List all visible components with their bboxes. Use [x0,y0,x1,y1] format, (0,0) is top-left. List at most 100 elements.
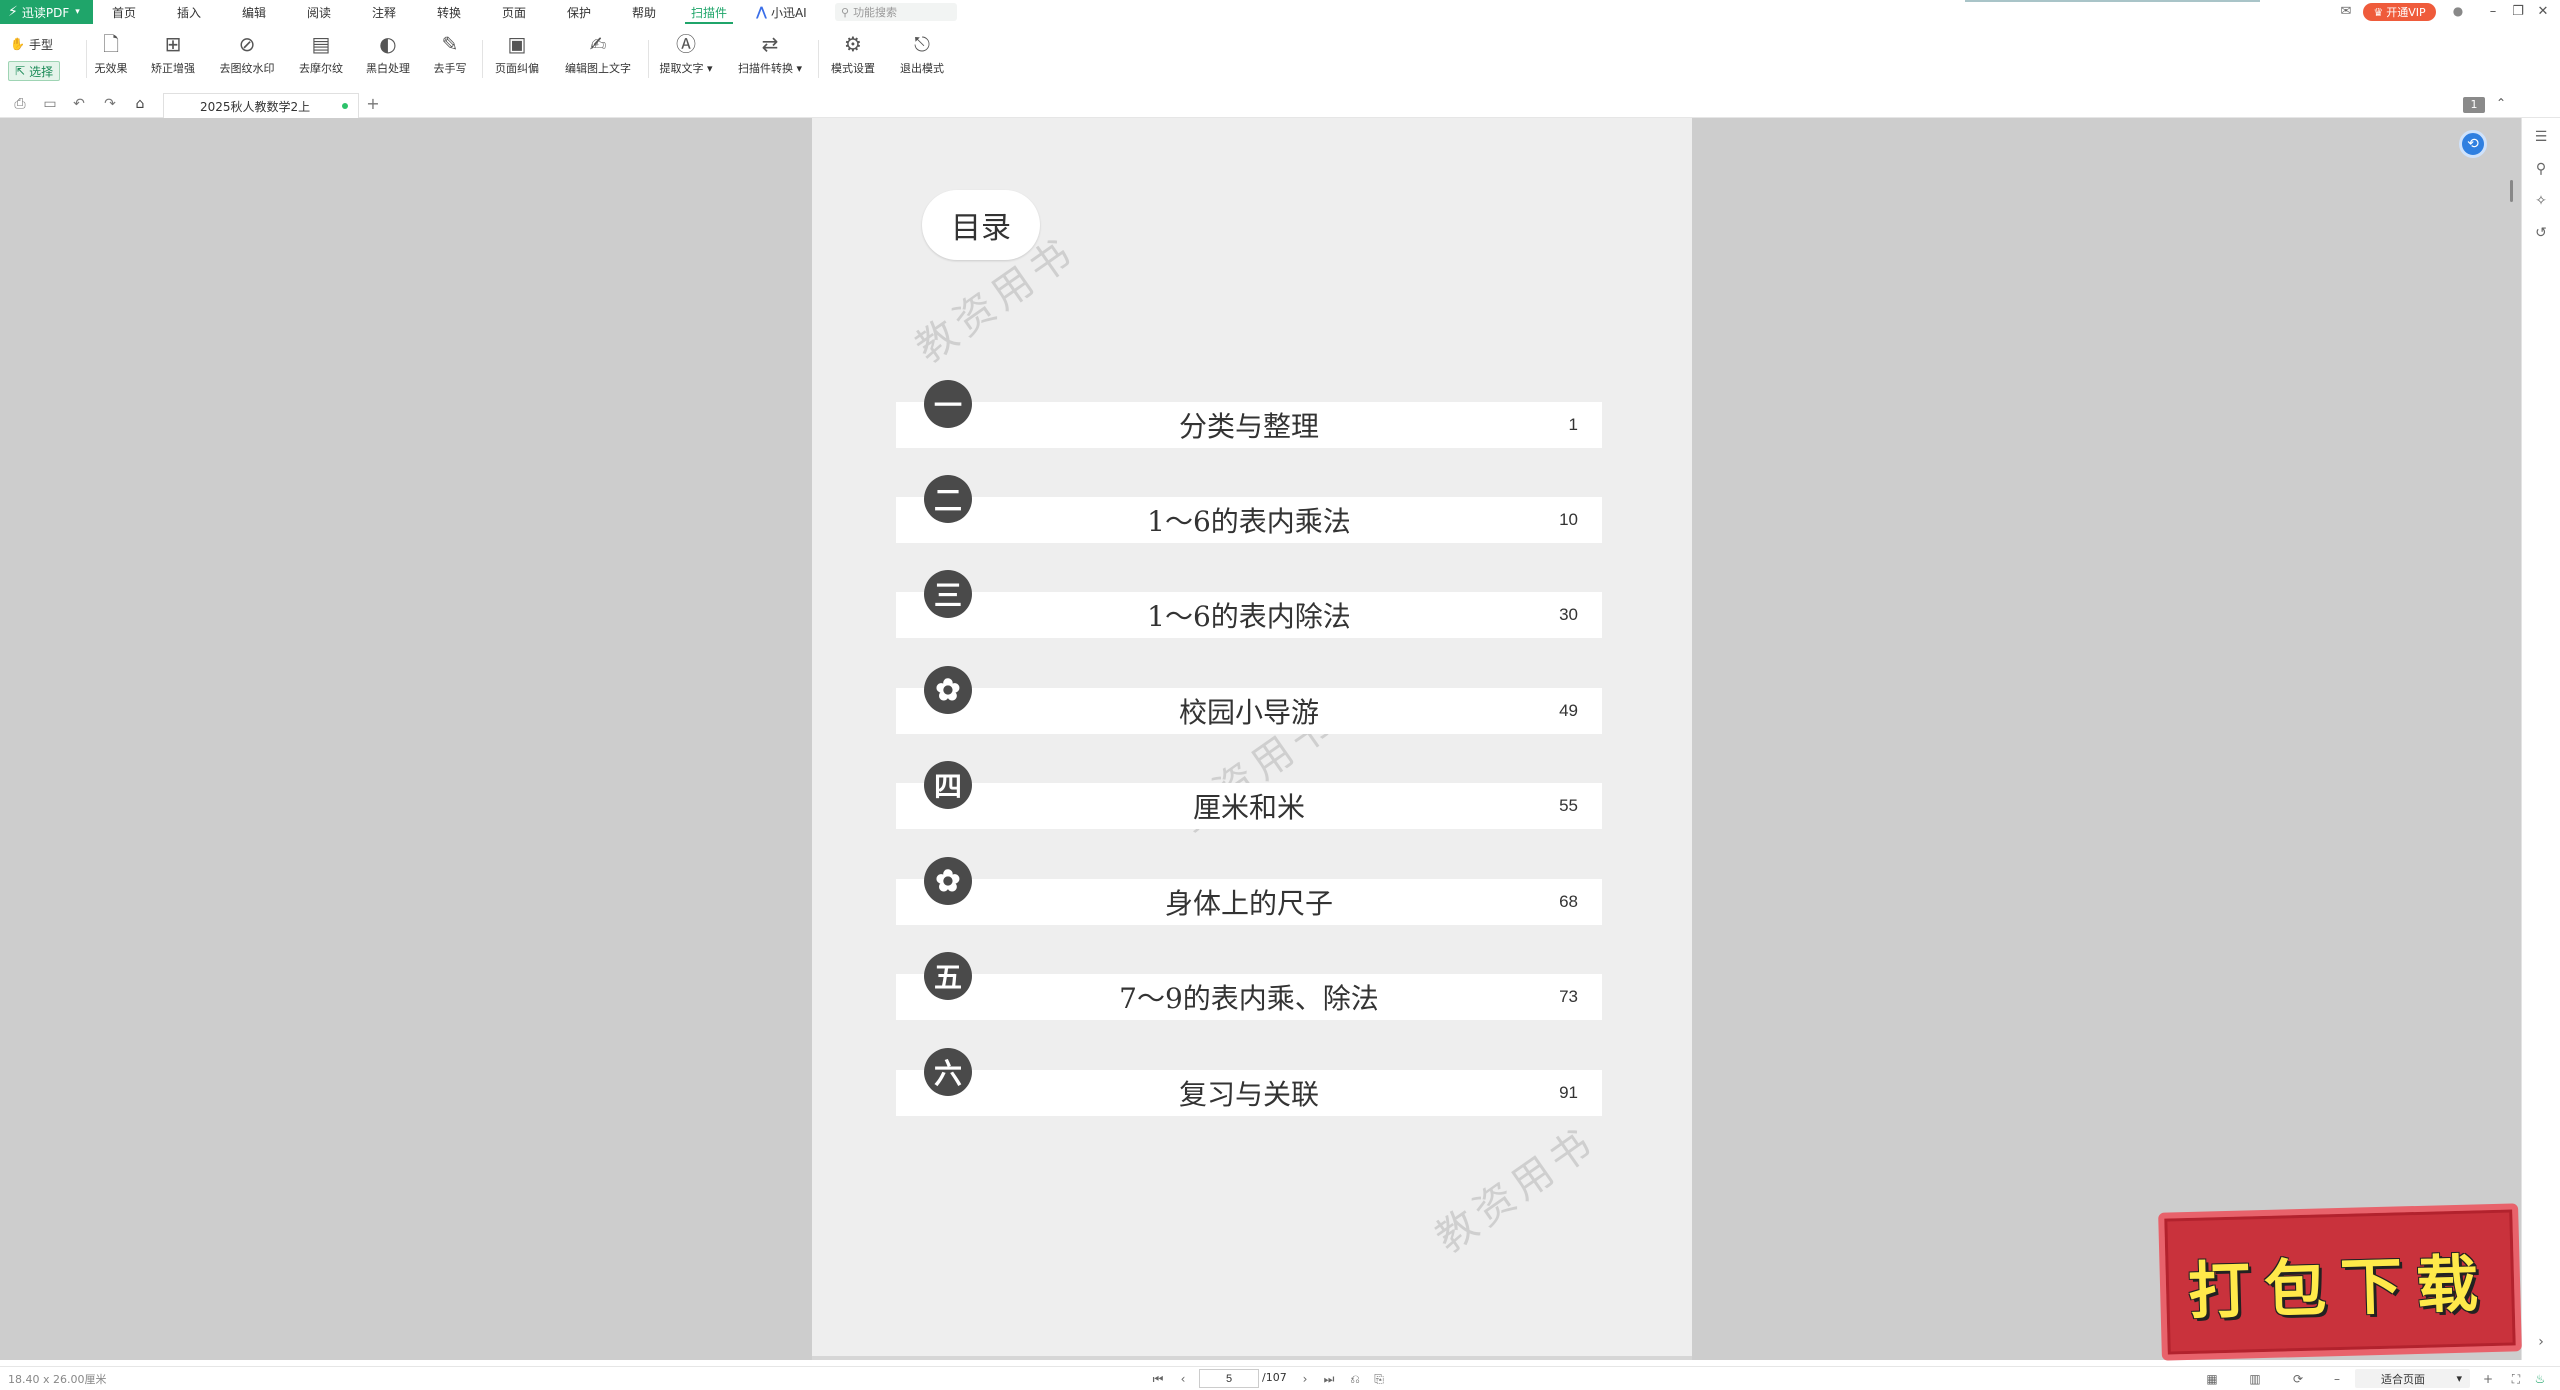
hand-tool-button[interactable]: ✋ 手型 [10,34,53,54]
previous-page-icon[interactable]: ‹ [1175,1371,1191,1387]
next-page-icon[interactable]: › [1297,1371,1313,1387]
remove-moire-button[interactable]: ▤ 去摩尔纹 [295,32,347,84]
menu-tab-help[interactable]: 帮助 [632,0,656,24]
select-tool-button[interactable]: ⇱ 选择 [8,61,61,81]
document-tab[interactable]: 2025秋人教数学2上 [163,93,359,118]
reading-assistant-icon[interactable]: ⟲ [2459,130,2487,158]
next-view-icon[interactable]: ⎘ [1371,1371,1387,1387]
toc-entry-page: 10 [1559,510,1578,529]
mode-settings-icon: ⚙ [844,32,862,56]
search-icon: ⚲ [841,5,850,19]
function-search-input[interactable]: ⚲ 功能搜索 [835,3,957,21]
menu-tab-page[interactable]: 页面 [502,0,526,24]
app-menu-button[interactable]: ⚡ 迅读PDF ▾ [0,0,93,24]
last-page-icon[interactable]: ⏭ [1321,1371,1337,1387]
toc-entry[interactable]: 六 复习与关联 91 [896,1048,1602,1116]
menu-tab-insert[interactable]: 插入 [177,0,201,24]
zoom-in-icon[interactable]: + [2478,1371,2498,1387]
ribbon-separator [482,40,483,78]
save-icon[interactable]: ▭ [41,95,59,113]
close-icon[interactable]: ✕ [2534,3,2552,21]
cursor-arrow-icon: ⇱ [15,64,26,78]
menu-tab-edit[interactable]: 编辑 [242,0,266,24]
home-icon[interactable]: ⌂ [131,95,149,113]
toc-entry[interactable]: 五 7～9的表内乘、除法 73 [896,952,1602,1020]
prev-view-icon[interactable]: ⎌ [1347,1371,1363,1387]
extract-text-button[interactable]: Ⓐ 提取文字 ▾ [656,32,716,84]
ai-tab-label: 小迅AI [770,5,807,20]
minimize-icon[interactable]: – [2484,3,2502,21]
print-icon[interactable]: ⎙ [11,95,29,113]
toc-entry-title: 厘米和米 [1192,791,1305,824]
ai-logo-icon: ⋀ [756,4,767,20]
user-avatar-icon[interactable]: ● [2450,4,2466,20]
rotate-view-icon[interactable]: ⟳ [2288,1371,2308,1387]
download-promo-stamp[interactable]: 打包下载 [2158,1203,2522,1361]
add-tab-icon[interactable]: + [364,95,382,113]
first-page-icon[interactable]: ⏮ [1150,1371,1166,1387]
history-icon[interactable]: ↺ [2532,224,2550,242]
remove-handwriting-button[interactable]: ✎ 去手写 [430,32,470,84]
menu-tab-protect[interactable]: 保护 [567,0,591,24]
mode-settings-button[interactable]: ⚙ 模式设置 [827,32,879,84]
remove-moire-icon: ▤ [311,32,331,56]
message-icon[interactable]: ✉ [2338,4,2354,20]
fullscreen-icon[interactable]: ⛶ [2506,1371,2526,1387]
scan-convert-button[interactable]: ⇄ 扫描件转换 ▾ [734,32,806,84]
toc-entry[interactable]: 二 1～6的表内乘法 10 [896,475,1602,543]
page-count-badge: 1 [2463,97,2485,113]
correct-enhance-icon: ⊞ [164,32,182,56]
exit-mode-button[interactable]: ⎋ 退出模式 [896,32,948,84]
page-deskew-button[interactable]: ▣ 页面纠偏 [491,32,543,84]
vip-button[interactable]: ♛ 开通VIP [2363,3,2436,21]
redo-icon[interactable]: ↷ [101,95,119,113]
toc-entry-page: 49 [1559,701,1578,720]
menu-tab-convert[interactable]: 转换 [437,0,461,24]
adjust-settings-icon[interactable]: ☰ [2532,128,2550,146]
page-layout-icon[interactable]: ▥ [2245,1371,2265,1387]
magic-wand-icon[interactable]: ✧ [2532,192,2550,210]
edit-image-text-icon: ✍ [589,32,607,56]
view-mode-icon[interactable]: ▦ [2202,1371,2222,1387]
page-edge [812,1356,1692,1360]
chevron-right-icon[interactable]: › [2532,1333,2550,1351]
correct-enhance-button[interactable]: ⊞ 矫正增强 [145,32,201,84]
hand-tool-label: 手型 [28,37,53,52]
toc-entry-title: 分类与整理 [1178,410,1319,443]
zoom-out-icon[interactable]: – [2327,1371,2347,1387]
black-white-button[interactable]: ◐ 黑白处理 [362,32,414,84]
menu-tab-scan[interactable]: 扫描件 [684,0,734,24]
eye-care-icon[interactable]: ♨ [2530,1371,2550,1387]
toc-entry-page: 73 [1559,987,1578,1006]
toc-entry[interactable]: 一 分类与整理 1 [896,380,1602,448]
remove-watermark-button[interactable]: ⊘ 去图纹水印 [214,32,280,84]
right-side-toolbar: ☰ ⚲ ✧ ↺ › [2521,118,2560,1360]
toc-entry[interactable]: ✿ 身体上的尺子 68 [896,857,1602,925]
no-effect-button[interactable]: 🗋 无效果 [92,32,130,84]
ribbon-toolbar: ✋ 手型 ⇱ 选择 🗋 无效果 ⊞ 矫正增强 ⊘ 去图纹水印 ▤ 去摩尔纹 ◐ … [0,24,2560,86]
no-effect-icon: 🗋 [102,32,120,56]
toc-entry[interactable]: 三 1～6的表内除法 30 [896,570,1602,638]
unsaved-dot-icon [342,103,348,109]
zoom-select[interactable]: 适合页面 ▾ [2355,1369,2470,1388]
menu-tab-home[interactable]: 首页 [112,0,136,24]
menu-tab-read[interactable]: 阅读 [307,0,331,24]
menu-tab-annotate[interactable]: 注释 [372,0,396,24]
toc-entry[interactable]: ✿ 校园小导游 49 [896,666,1602,734]
hand-icon: ✋ [10,37,25,51]
chevron-down-icon: ▾ [75,7,80,17]
restore-icon[interactable]: ❐ [2509,3,2527,21]
search-placeholder: 功能搜索 [853,6,898,19]
vertical-scrollbar-thumb[interactable] [2510,180,2513,202]
toc-entry-title: 复习与关联 [1178,1078,1319,1111]
undo-icon[interactable]: ↶ [70,95,88,113]
ribbon-separator [818,40,819,78]
total-pages-label: /107 [1262,1371,1287,1384]
current-page-input[interactable] [1199,1369,1259,1388]
search-icon[interactable]: ⚲ [2532,160,2550,178]
ribbon-separator [648,40,649,78]
menu-tab-ai[interactable]: ⋀ 小迅AI [756,0,807,24]
chevron-up-icon[interactable]: ⌃ [2494,96,2508,112]
edit-image-text-button[interactable]: ✍ 编辑图上文字 [560,32,636,84]
toc-entry[interactable]: 四 厘米和米 55 [896,761,1602,829]
